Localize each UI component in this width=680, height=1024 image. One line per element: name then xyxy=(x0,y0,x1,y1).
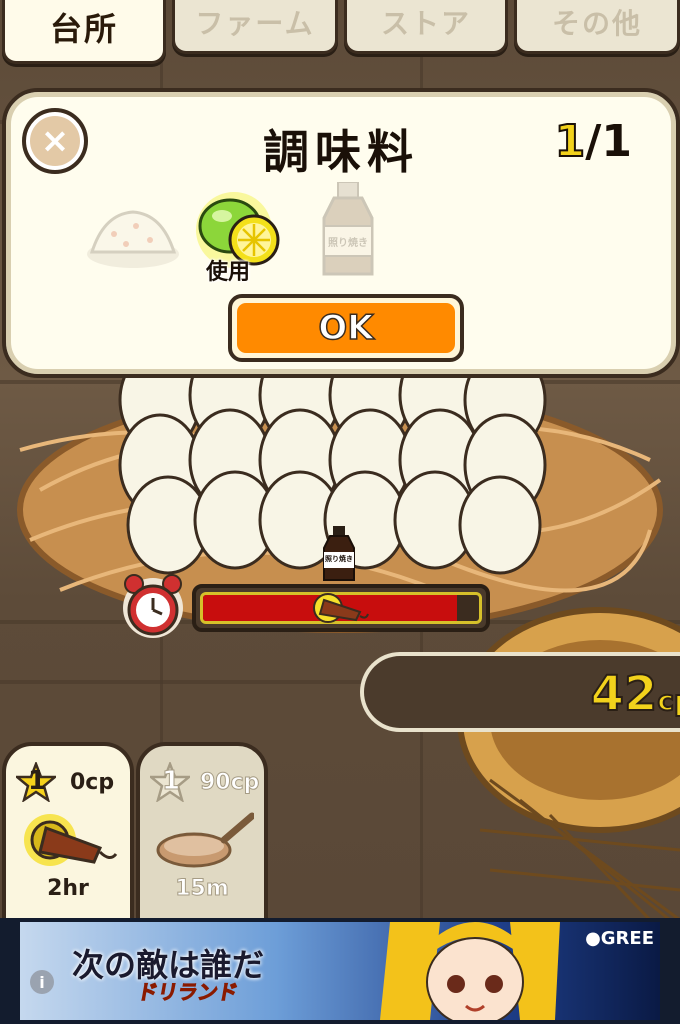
ok-button-label: OK xyxy=(237,303,455,353)
frying-pan-icon xyxy=(156,812,254,868)
count-total: 1 xyxy=(601,116,632,167)
tool-level: 1 xyxy=(28,766,47,796)
tool-cost: 90cp xyxy=(199,770,260,796)
tab-farm-label: ファーム xyxy=(195,6,315,40)
tool-duration: 15m xyxy=(175,876,230,902)
tool-cost: 0cp xyxy=(70,770,115,795)
seasoning-dialog: × 調味料 1/1 使用 照り焼き OK xyxy=(2,88,680,378)
tab-other-label: その他 xyxy=(551,6,642,40)
alarm-clock-icon xyxy=(123,574,183,638)
tab-store[interactable]: ストア xyxy=(344,0,508,54)
tool-duration: 2hr xyxy=(47,876,89,901)
teriyaki-sauce-item[interactable]: 照り焼き xyxy=(312,181,384,278)
ok-button[interactable]: OK xyxy=(228,294,464,362)
ad-banner[interactable]: 次の敵は誰だ ドリランド ●GREE xyxy=(0,918,680,1024)
sauce-bottle-label: 照り焼き xyxy=(328,238,368,249)
count-current: 1 xyxy=(554,115,587,168)
tab-other[interactable]: その他 xyxy=(514,0,680,54)
cp-unit: cp xyxy=(656,683,680,718)
seasoning-count: 1/1 xyxy=(554,115,632,168)
mini-sauce-label: 照り焼き xyxy=(325,555,353,563)
used-label: 使用 xyxy=(206,260,251,285)
tab-store-label: ストア xyxy=(380,6,471,40)
tool-card-lamp[interactable]: 1 0cp 2hr xyxy=(2,742,134,932)
ad-character-icon xyxy=(380,922,560,1020)
tab-kitchen-label: 台所 xyxy=(49,9,118,48)
ad-image[interactable]: 次の敵は誰だ ドリランド ●GREE xyxy=(20,922,660,1020)
active-seasoning-indicator: 照り焼き xyxy=(318,526,360,582)
lamp-icon xyxy=(313,593,369,623)
count-separator: / xyxy=(585,116,602,167)
basket xyxy=(457,607,680,920)
rice-icon[interactable] xyxy=(84,204,182,270)
tool-level: 1 xyxy=(161,766,181,797)
top-tab-bar: 台所 ファーム ストア その他 xyxy=(0,0,680,66)
tab-kitchen[interactable]: 台所 xyxy=(2,0,166,64)
cp-value: 42cp xyxy=(590,665,680,723)
tool-card-frying-pan[interactable]: 1 90cp 15m xyxy=(136,742,268,932)
ad-info-icon[interactable]: i xyxy=(30,970,54,994)
tab-farm[interactable]: ファーム xyxy=(172,0,338,54)
lamp-tool-icon xyxy=(24,814,118,866)
ad-game-logo: ドリランド xyxy=(135,980,240,1005)
cooking-points-display: 42cp xyxy=(360,652,680,732)
cp-number: 42 xyxy=(590,665,659,723)
sauce-bottle-icon xyxy=(322,181,374,276)
ad-brand: ●GREE xyxy=(585,928,654,949)
